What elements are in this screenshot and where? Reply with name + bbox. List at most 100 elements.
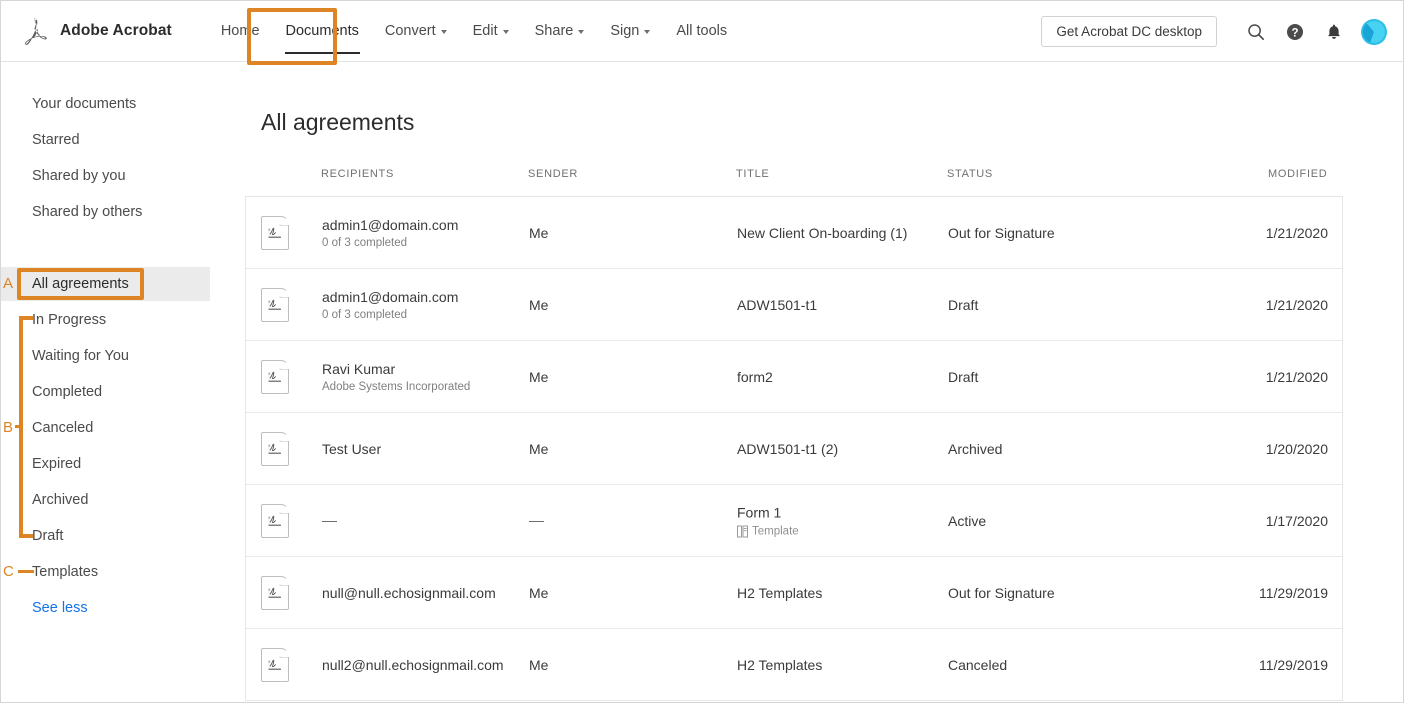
main-content: All agreements RECIPIENTS SENDER TITLE S… [245, 63, 1403, 702]
cell-title: Form 1 Template [737, 504, 799, 537]
sidebar: Your documents Starred Shared by you Sha… [1, 63, 245, 702]
sidebar-item-shared-by-you[interactable]: Shared by you [1, 159, 210, 193]
sidebar-item-shared-by-others[interactable]: Shared by others [1, 195, 210, 229]
template-badge: Template [737, 525, 799, 537]
sidebar-item-label: Starred [32, 132, 80, 148]
help-icon[interactable]: ? [1278, 15, 1312, 49]
recipient-name: admin1@domain.com [322, 288, 459, 305]
svg-text:x: x [268, 299, 271, 304]
cell-title: ADW1501-t1 (2) [737, 440, 839, 457]
table-row[interactable]: x Test User Me ADW1501-t1 (2) Archived 1… [246, 413, 1342, 485]
chevron-down-icon [644, 30, 651, 34]
cell-title: H2 Templates [737, 584, 823, 601]
cell-modified: 1/21/2020 [1265, 224, 1328, 241]
column-header-modified: MODIFIED [1268, 168, 1328, 180]
recipient-name: Ravi Kumar [322, 360, 396, 377]
sidebar-item-expired[interactable]: Expired [1, 447, 210, 481]
chevron-down-icon [578, 30, 585, 34]
table-row[interactable]: x Ravi Kumar Adobe Systems Incorporated … [246, 341, 1342, 413]
sidebar-item-archived[interactable]: Archived [1, 483, 210, 517]
active-tab-underline [284, 51, 360, 54]
cell-recipients: null@null.echosignmail.com [322, 584, 496, 601]
table-row[interactable]: x admin1@domain.com 0 of 3 completed Me … [246, 269, 1342, 341]
cell-sender: — [529, 512, 544, 529]
agreement-doc-icon: x [261, 575, 289, 610]
brand-name: Adobe Acrobat [60, 22, 172, 39]
sidebar-see-less-link[interactable]: See less [1, 591, 210, 625]
agreement-doc-icon: x [261, 431, 289, 466]
sidebar-item-label: See less [32, 600, 88, 616]
cell-status: Archived [948, 440, 1003, 457]
agreement-doc-icon: x [261, 647, 289, 682]
recipient-progress: 0 of 3 completed [322, 236, 408, 249]
avatar[interactable] [1361, 18, 1387, 45]
sidebar-item-label: Expired [32, 456, 82, 472]
template-icon [737, 525, 748, 537]
acrobat-logo-icon [25, 18, 47, 45]
cell-status: Out for Signature [948, 584, 1055, 601]
cell-title: form2 [737, 368, 773, 385]
svg-text:x: x [268, 227, 271, 232]
column-header-status: STATUS [947, 168, 993, 180]
cell-recipients: admin1@domain.com 0 of 3 completed [322, 217, 458, 249]
table-row[interactable]: x null2@null.echosignmail.com Me H2 Temp… [246, 629, 1342, 701]
get-acrobat-desktop-button[interactable]: Get Acrobat DC desktop [1041, 16, 1217, 47]
sidebar-item-waiting-for-you[interactable]: Waiting for You [1, 339, 210, 373]
nav-label: Share [534, 23, 574, 39]
cell-status: Draft [948, 296, 979, 313]
table-row[interactable]: x admin1@domain.com 0 of 3 completed Me … [246, 197, 1342, 269]
cell-modified: 11/29/2019 [1258, 584, 1328, 601]
brand[interactable]: Adobe Acrobat [19, 15, 172, 47]
nav-label: Sign [610, 23, 640, 39]
sidebar-item-your-documents[interactable]: Your documents [1, 87, 210, 121]
sidebar-item-label: Archived [32, 492, 89, 508]
nav-label: Documents [285, 23, 359, 39]
app-header: Adobe Acrobat Home Documents Convert Edi… [1, 1, 1403, 62]
cell-title: ADW1501-t1 [737, 296, 818, 313]
sidebar-item-starred[interactable]: Starred [1, 123, 210, 157]
sidebar-item-label: All agreements [32, 276, 129, 292]
table-row[interactable]: x null@null.echosignmail.com Me H2 Templ… [246, 557, 1342, 629]
recipient-org: Adobe Systems Incorporated [322, 380, 471, 393]
nav-label: All tools [676, 23, 728, 39]
cell-modified: 1/17/2020 [1265, 512, 1328, 529]
sidebar-item-templates[interactable]: Templates [1, 555, 210, 589]
nav-item-documents[interactable]: Documents [273, 1, 372, 62]
svg-text:x: x [268, 515, 271, 520]
nav-item-sign[interactable]: Sign [597, 1, 663, 62]
header-actions: Get Acrobat DC desktop ? [1041, 1, 1387, 62]
cell-modified: 1/21/2020 [1265, 296, 1328, 313]
sidebar-item-label: Canceled [32, 420, 94, 436]
cell-status: Draft [948, 368, 979, 385]
sidebar-item-draft[interactable]: Draft [1, 519, 210, 553]
search-icon[interactable] [1239, 15, 1273, 49]
bell-icon[interactable] [1317, 15, 1351, 49]
chevron-down-icon [502, 30, 509, 34]
nav-item-edit[interactable]: Edit [460, 1, 522, 62]
cell-status: Active [948, 512, 987, 529]
sidebar-item-label: Shared by others [32, 204, 143, 220]
nav-item-share[interactable]: Share [522, 1, 598, 62]
column-header-sender: SENDER [528, 168, 579, 180]
svg-text:?: ? [1291, 27, 1298, 39]
cell-sender: Me [529, 440, 549, 457]
sidebar-item-in-progress[interactable]: In Progress [1, 303, 210, 337]
main-navigation: Home Documents Convert Edit Share Sign A… [208, 1, 740, 62]
nav-item-all-tools[interactable]: All tools [663, 1, 740, 62]
svg-text:x: x [268, 587, 271, 592]
sidebar-item-canceled[interactable]: Canceled [1, 411, 210, 445]
sidebar-item-all-agreements[interactable]: All agreements [1, 267, 210, 301]
sidebar-item-completed[interactable]: Completed [1, 375, 210, 409]
table-row[interactable]: x — — Form 1 Template Active 1/17/2020 [246, 485, 1342, 557]
recipient-progress: 0 of 3 completed [322, 308, 408, 321]
sidebar-item-label: Templates [32, 564, 99, 580]
svg-text:x: x [268, 443, 271, 448]
nav-item-convert[interactable]: Convert [372, 1, 460, 62]
nav-item-home[interactable]: Home [208, 1, 273, 62]
cell-recipients: null2@null.echosignmail.com [322, 656, 504, 673]
cell-recipients: admin1@domain.com 0 of 3 completed [322, 289, 458, 321]
recipient-name: Test User [322, 440, 382, 457]
cell-sender: Me [529, 584, 549, 601]
chevron-down-icon [440, 30, 447, 34]
page-title: All agreements [261, 109, 415, 135]
